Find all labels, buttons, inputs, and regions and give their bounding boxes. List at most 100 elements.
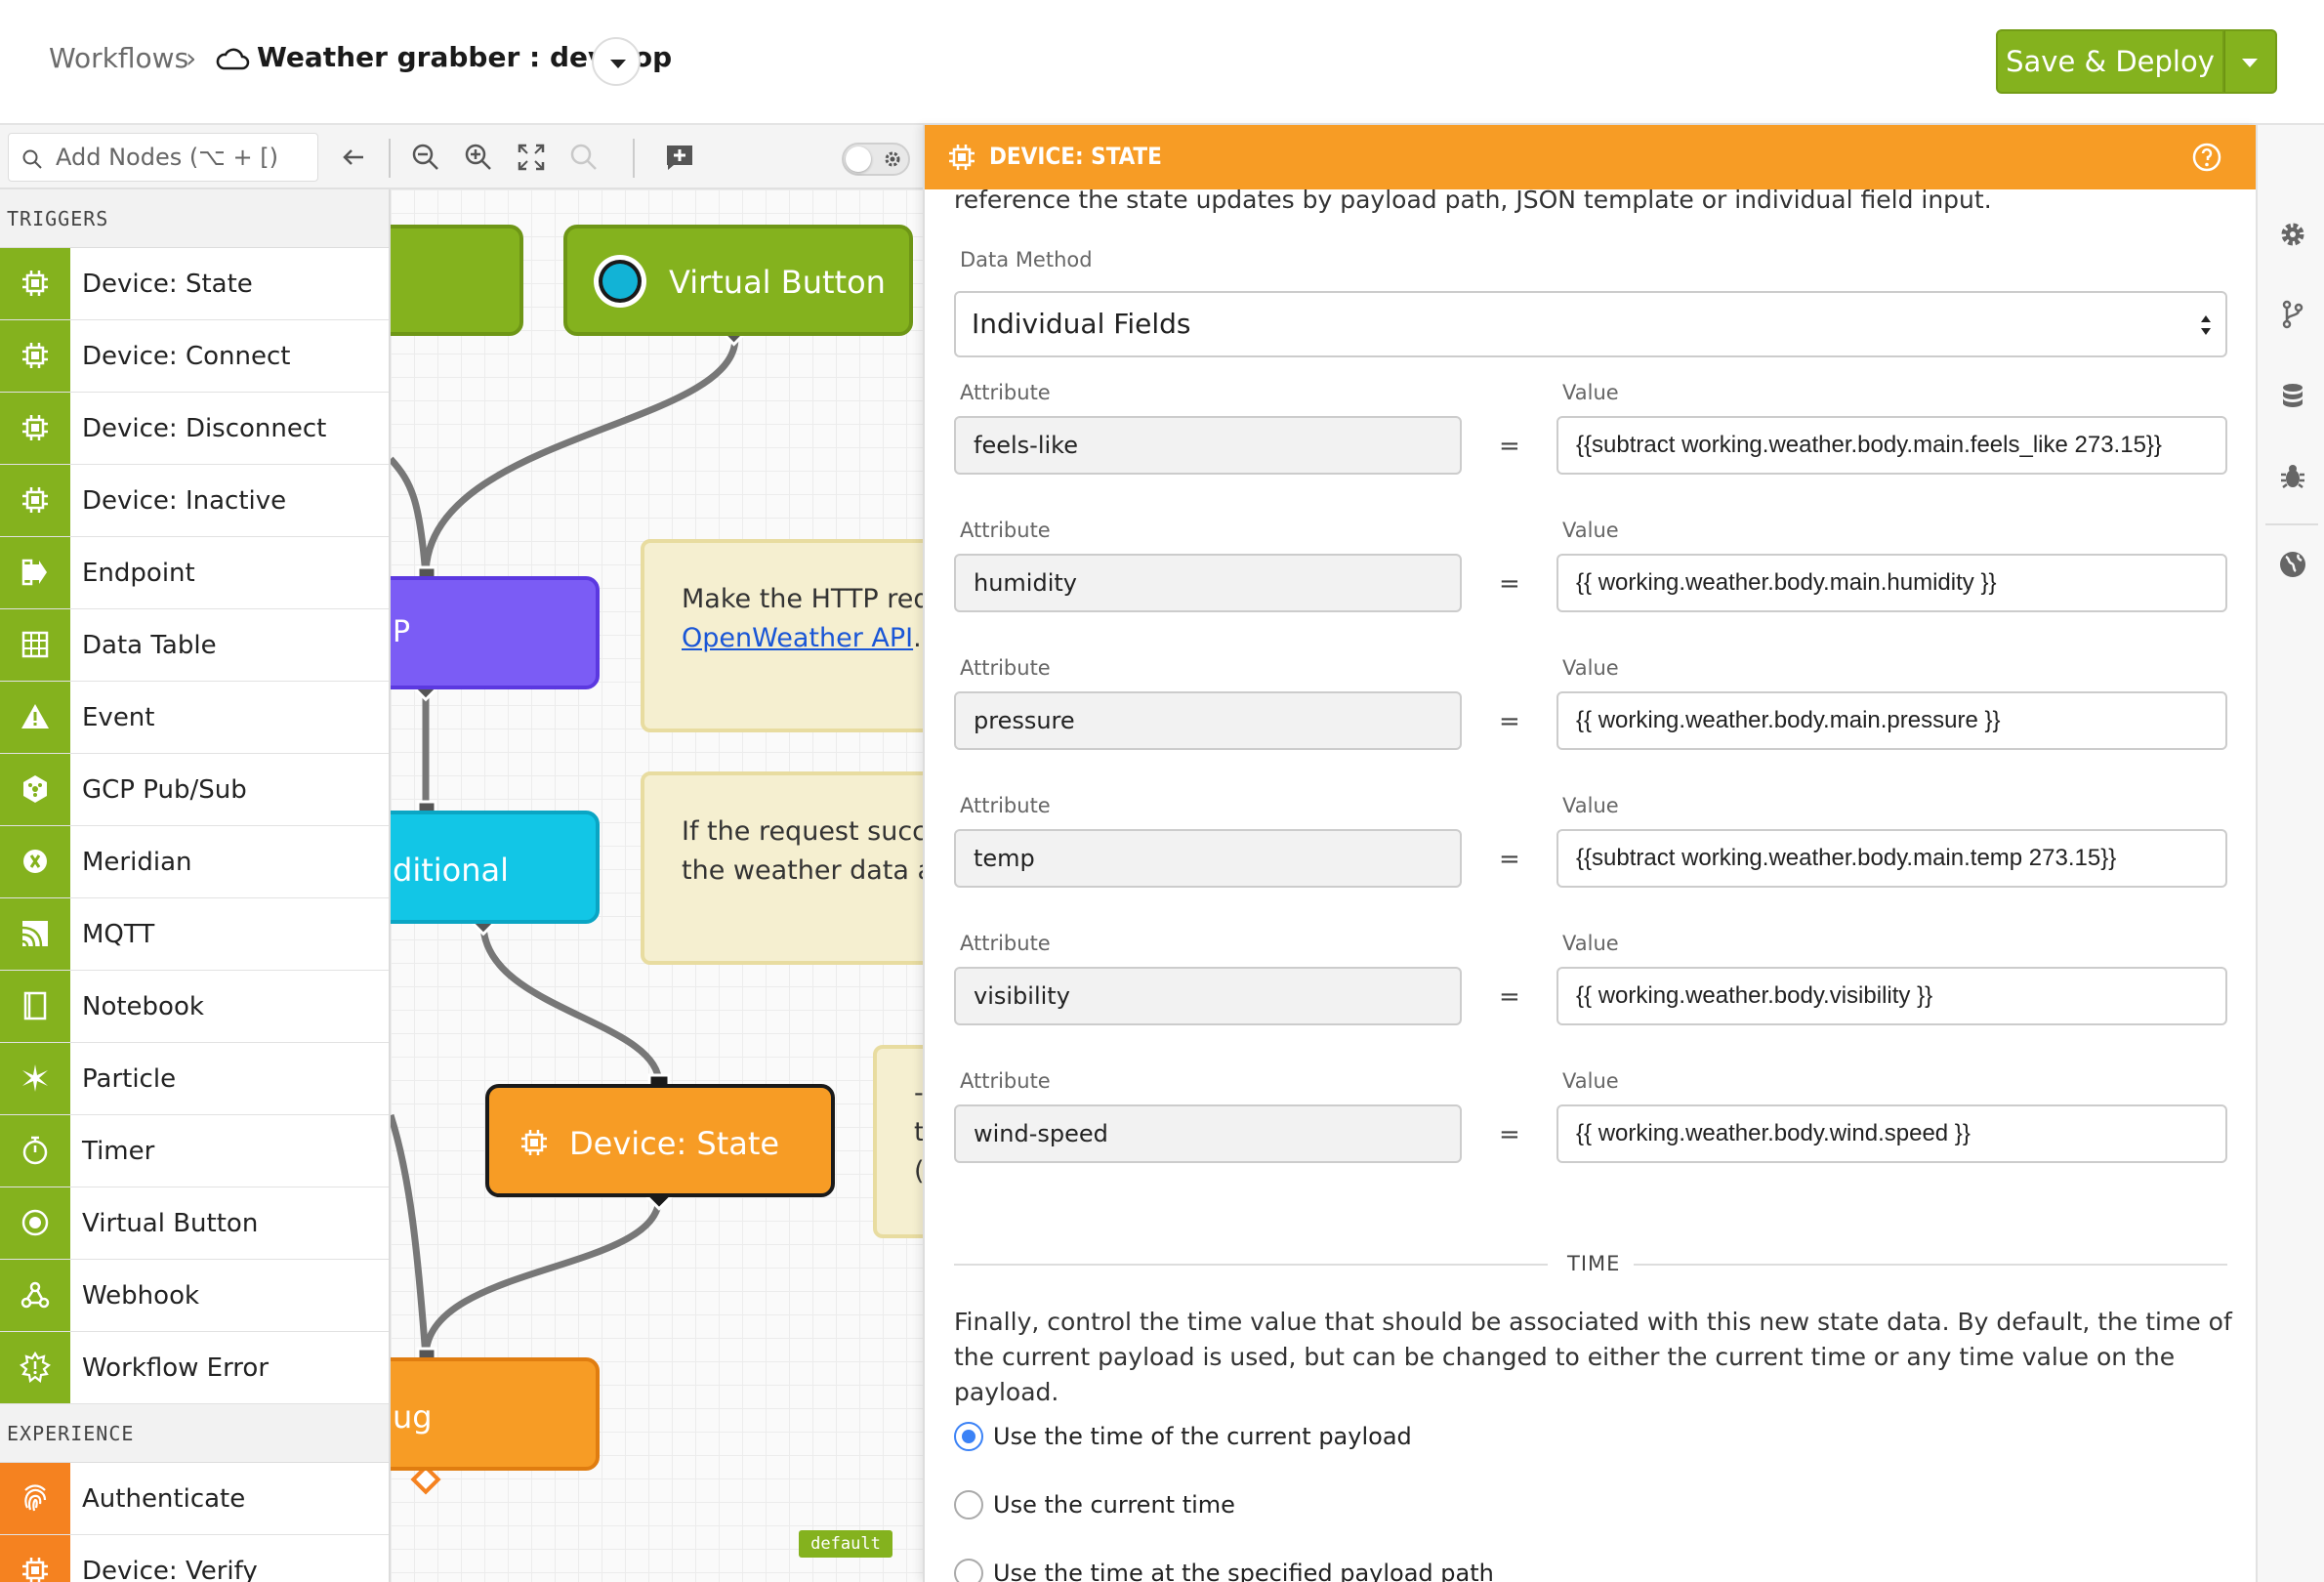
fit-to-screen-icon[interactable] [516,142,547,173]
debug-node-label: ug [393,1398,433,1436]
workflow-version-dropdown[interactable] [592,37,641,86]
value-label: Value [1562,381,1619,404]
device-chip-icon [22,343,48,368]
sidebar-node-label: Event [82,703,155,732]
triggers-list: Device: State Device: Connect Device: Disc… [0,248,389,1404]
sidebar-node-meridian[interactable]: Meridian [0,826,389,898]
sidebar-node-device-disconnect[interactable]: Device: Disconnect [0,393,389,465]
value-input-visibility[interactable] [1556,967,2227,1025]
node-icon-tile [0,1115,70,1186]
settings-toggle[interactable] [842,143,910,176]
sidebar-node-gcp-pub-sub[interactable]: GCP Pub/Sub [0,754,389,826]
globe-icon[interactable] [2277,549,2308,580]
canvas-note-http[interactable]: Make the HTTP requ OpenWeather API. [641,539,923,732]
sidebar-node-notebook[interactable]: Notebook [0,971,389,1043]
attribute-input-wind-speed[interactable] [954,1104,1462,1163]
sidebar-node-label: Webhook [82,1281,200,1311]
add-nodes-input[interactable] [56,142,310,173]
attribute-input-temp[interactable] [954,829,1462,888]
bug-icon[interactable] [2277,461,2308,492]
zoom-out-icon[interactable] [410,142,441,173]
mqtt-icon [21,921,48,947]
canvas-node-trigger-left[interactable] [391,225,523,336]
node-icon-tile [0,537,70,608]
sidebar-node-particle[interactable]: Particle [0,1043,389,1115]
sidebar-node-authenticate[interactable]: Authenticate [0,1463,389,1535]
value-input-temp[interactable] [1556,829,2227,888]
sidebar-node-virtual-button[interactable]: Virtual Button [0,1187,389,1260]
sidebar-node-label: Virtual Button [82,1209,259,1238]
attribute-input-visibility[interactable] [954,967,1462,1025]
value-input-pressure[interactable] [1556,691,2227,750]
database-icon[interactable] [2277,381,2308,412]
sidebar-node-timer[interactable]: Timer [0,1115,389,1187]
workflow-canvas[interactable]: Virtual Button P ditional Device: State … [391,189,923,1582]
sidebar-node-device-state[interactable]: Device: State [0,248,389,320]
node-icon-tile [0,320,70,392]
time-option-label[interactable]: Use the time of the current payload [993,1423,1412,1450]
value-label: Value [1562,794,1619,817]
sidebar-node-label: Meridian [82,848,192,877]
node-icon-tile [0,898,70,970]
sidebar-node-data-table[interactable]: Data Table [0,609,389,682]
sidebar-node-device-connect[interactable]: Device: Connect [0,320,389,393]
canvas-node-http[interactable]: P [391,576,600,689]
canvas-node-virtual-button[interactable]: Virtual Button [563,225,913,336]
time-option-radio[interactable] [954,1490,983,1520]
sidebar-node-event[interactable]: Event [0,682,389,754]
zoom-search-icon[interactable] [568,142,600,173]
equals-sign: = [1499,569,1520,599]
virtual-button-node-label: Virtual Button [669,264,886,301]
node-icon-tile [0,1332,70,1403]
equals-sign: = [1499,707,1520,736]
canvas-node-debug[interactable]: ug [391,1357,600,1471]
sidebar-node-endpoint[interactable]: Endpoint [0,537,389,609]
sidebar-node-device-verify[interactable]: Device: Verify [0,1535,389,1582]
help-icon[interactable] [2191,142,2222,173]
attribute-input-pressure[interactable] [954,691,1462,750]
canvas-node-conditional[interactable]: ditional [391,811,600,924]
attribute-input-feels-like[interactable] [954,416,1462,475]
time-option-label[interactable]: Use the time at the specified payload pa… [993,1560,1494,1582]
sidebar-node-label: Timer [82,1137,155,1166]
canvas-node-device-state[interactable]: Device: State [485,1084,835,1197]
sidebar-node-label: Device: Disconnect [82,414,327,443]
device-chip-icon [22,415,48,440]
time-option-radio[interactable] [954,1422,983,1451]
back-arrow-icon[interactable] [338,142,369,173]
save-deploy-button[interactable]: Save & Deploy [1996,29,2224,94]
attribute-input-humidity[interactable] [954,554,1462,612]
toolbar-divider [389,139,391,178]
sidebar-node-workflow-error[interactable]: Workflow Error [0,1332,389,1404]
sidebar-node-mqtt[interactable]: MQTT [0,898,389,971]
add-comment-icon[interactable] [664,142,695,173]
value-label: Value [1562,932,1619,955]
git-branch-icon[interactable] [2277,299,2308,330]
data-method-select[interactable]: Individual Fields [954,291,2227,357]
sidebar-node-label: Device: State [82,270,253,299]
node-icon-tile [0,1043,70,1114]
zoom-in-icon[interactable] [463,142,494,173]
breadcrumb-workflows-link[interactable]: Workflows [49,42,188,74]
equals-sign: = [1499,1120,1520,1149]
toggle-knob [846,146,871,172]
gear-icon[interactable] [2277,219,2308,250]
select-arrows-icon [2201,315,2211,335]
canvas-note-device-state[interactable]: - t ( [873,1045,923,1238]
sidebar-node-webhook[interactable]: Webhook [0,1260,389,1332]
canvas-note-conditional[interactable]: If the request succe the weather data as [641,771,923,965]
error-gear-icon [20,1352,51,1383]
time-option-radio[interactable] [954,1559,983,1582]
note-http-link-line: OpenWeather API. [682,619,923,658]
sidebar-node-device-inactive[interactable]: Device: Inactive [0,465,389,537]
gear-icon [885,151,900,167]
deploy-options-dropdown[interactable] [2224,29,2277,94]
toolbar-divider [633,139,635,178]
value-input-humidity[interactable] [1556,554,2227,612]
attribute-label: Attribute [960,932,1051,955]
openweather-api-link[interactable]: OpenWeather API [682,623,913,653]
value-input-feels-like[interactable] [1556,416,2227,475]
node-palette-sidebar: TRIGGERS Device: State Device: Connect Dev… [0,189,391,1582]
time-option-label[interactable]: Use the current time [993,1491,1235,1519]
value-input-wind-speed[interactable] [1556,1104,2227,1163]
